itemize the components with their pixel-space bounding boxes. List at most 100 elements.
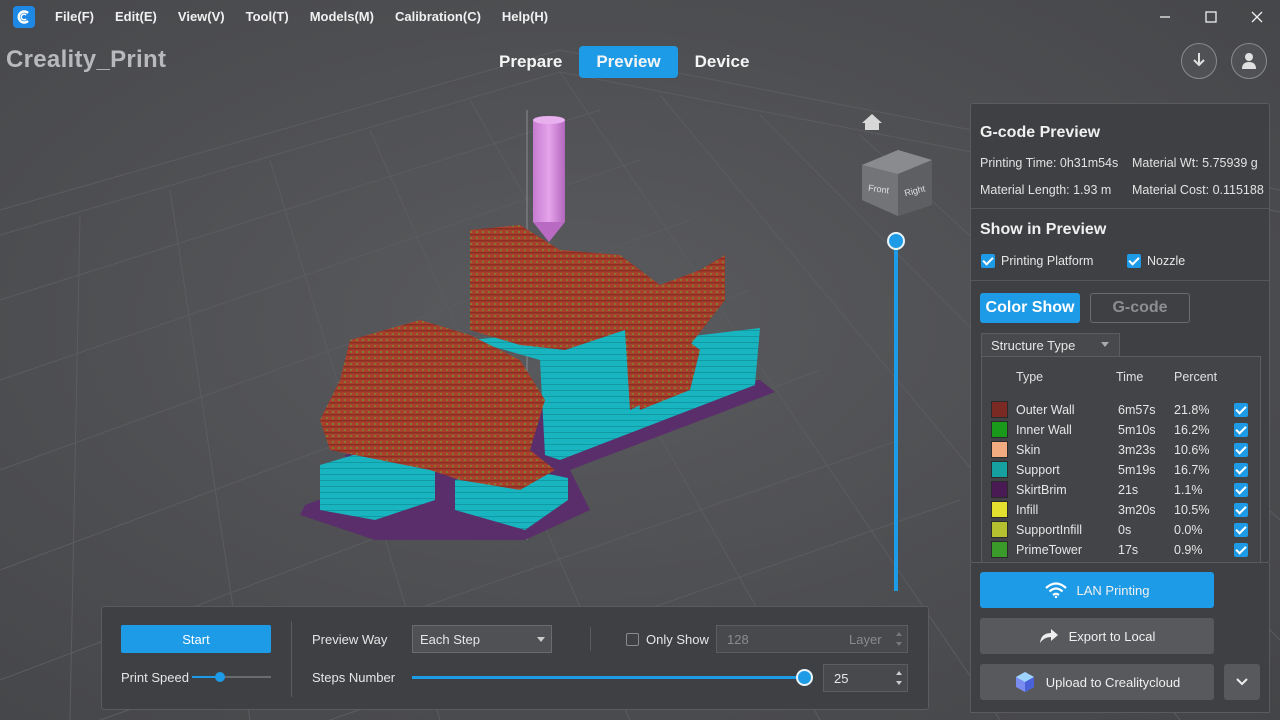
- printing-time: Printing Time: 0h31m54s: [980, 156, 1119, 170]
- user-icon: [1242, 53, 1256, 69]
- row-type: Outer Wall: [1016, 403, 1075, 417]
- color-show-button[interactable]: Color Show: [980, 293, 1080, 323]
- preview-way-value: Each Step: [420, 631, 480, 647]
- tab-prepare[interactable]: Prepare: [482, 46, 579, 78]
- row-type: Skin: [1016, 443, 1041, 457]
- minimize-button[interactable]: [1142, 0, 1188, 33]
- share-arrow-icon: [1039, 629, 1058, 643]
- nozzle: [533, 120, 565, 222]
- preview-way-label: Preview Way: [312, 632, 388, 647]
- gcode-button[interactable]: G-code: [1090, 293, 1190, 323]
- steps-input[interactable]: 25: [823, 664, 908, 692]
- show-in-preview-title: Show in Preview: [980, 221, 1107, 238]
- printing-platform-checkbox[interactable]: [981, 254, 995, 268]
- layer-unit-label: Layer: [849, 632, 882, 647]
- only-show-checkbox[interactable]: [626, 633, 639, 646]
- menu-file[interactable]: File(F): [55, 9, 94, 24]
- color-swatch: [991, 421, 1008, 438]
- row-visibility-checkbox[interactable]: [1234, 503, 1248, 517]
- more-options-button[interactable]: [1224, 664, 1260, 700]
- preview-way-select[interactable]: Each Step: [412, 625, 552, 653]
- print-speed-thumb[interactable]: [214, 672, 225, 682]
- row-percent: 1.1%: [1174, 483, 1203, 497]
- table-row: Skin 3m23s 10.6%: [982, 440, 1262, 460]
- export-actions: LAN Printing Export to Local Upload to C…: [970, 563, 1270, 713]
- account-button[interactable]: [1231, 43, 1267, 79]
- row-time: 3m23s: [1118, 443, 1156, 457]
- spin-up-icon[interactable]: [896, 632, 902, 636]
- printing-platform-toggle[interactable]: Printing Platform: [981, 254, 1093, 268]
- tab-preview[interactable]: Preview: [579, 46, 678, 78]
- menu-tool[interactable]: Tool(T): [246, 9, 289, 24]
- table-row: SupportInfill 0s 0.0%: [982, 520, 1262, 540]
- row-visibility-checkbox[interactable]: [1234, 423, 1248, 437]
- color-swatch: [991, 401, 1008, 418]
- color-swatch: [991, 481, 1008, 498]
- divider: [971, 280, 1269, 281]
- layer-slider-track[interactable]: [894, 241, 898, 591]
- spin-up-icon[interactable]: [896, 671, 902, 675]
- start-button[interactable]: Start: [121, 625, 271, 653]
- mode-tabs: Prepare Preview Device: [482, 46, 766, 78]
- upload-cloud-button[interactable]: Upload to Crealitycloud: [980, 664, 1214, 700]
- row-time: 6m57s: [1118, 403, 1156, 417]
- menu-view[interactable]: View(V): [178, 9, 225, 24]
- maximize-button[interactable]: [1188, 0, 1234, 33]
- row-visibility-checkbox[interactable]: [1234, 543, 1248, 557]
- row-time: 5m19s: [1118, 463, 1156, 477]
- row-visibility-checkbox[interactable]: [1234, 443, 1248, 457]
- row-type: Inner Wall: [1016, 423, 1072, 437]
- menu-models[interactable]: Models(M): [310, 9, 374, 24]
- chevron-down-icon: [1101, 342, 1109, 347]
- steps-slider[interactable]: [412, 669, 813, 686]
- table-row: Outer Wall 6m57s 21.8%: [982, 400, 1262, 420]
- row-visibility-checkbox[interactable]: [1234, 463, 1248, 477]
- nozzle-toggle[interactable]: Nozzle: [1127, 254, 1185, 268]
- color-swatch: [991, 441, 1008, 458]
- view-cube[interactable]: Front Right: [862, 150, 932, 216]
- only-show-label: Only Show: [646, 632, 709, 647]
- column-header-type: Type: [1016, 370, 1044, 384]
- download-button[interactable]: [1181, 43, 1217, 79]
- row-type: SupportInfill: [1016, 523, 1083, 537]
- home-icon[interactable]: [862, 114, 882, 130]
- printing-platform-label: Printing Platform: [1001, 254, 1094, 268]
- menu-bar: File(F) Edit(E) View(V) Tool(T) Models(M…: [55, 9, 569, 24]
- preview-controls-panel: Start Print Speed Preview Way Each Step …: [101, 606, 929, 710]
- menu-edit[interactable]: Edit(E): [115, 9, 157, 24]
- row-visibility-checkbox[interactable]: [1234, 483, 1248, 497]
- spin-down-icon[interactable]: [896, 642, 902, 646]
- row-time: 3m20s: [1118, 503, 1156, 517]
- row-visibility-checkbox[interactable]: [1234, 403, 1248, 417]
- spin-down-icon[interactable]: [896, 681, 902, 685]
- upload-cloud-label: Upload to Crealitycloud: [1045, 674, 1181, 690]
- lan-printing-button[interactable]: LAN Printing: [980, 572, 1214, 608]
- only-show-toggle[interactable]: Only Show: [626, 632, 709, 647]
- layer-input[interactable]: 128 Layer: [716, 625, 908, 653]
- column-header-time: Time: [1116, 370, 1144, 384]
- export-local-button[interactable]: Export to Local: [980, 618, 1214, 654]
- layer-slider-thumb[interactable]: [887, 232, 905, 250]
- layer-value: 128: [727, 632, 749, 647]
- column-header-percent: Percent: [1174, 370, 1218, 384]
- structure-type-dropdown[interactable]: Structure Type: [981, 333, 1120, 357]
- row-visibility-checkbox[interactable]: [1234, 523, 1248, 537]
- chevron-down-icon: [537, 637, 545, 642]
- row-time: 17s: [1118, 543, 1139, 557]
- nozzle-checkbox[interactable]: [1127, 254, 1141, 268]
- download-icon: [1193, 53, 1205, 67]
- row-percent: 16.7%: [1174, 463, 1210, 477]
- table-row: Inner Wall 5m10s 16.2%: [982, 420, 1262, 440]
- tab-device[interactable]: Device: [678, 46, 767, 78]
- table-row: SkirtBrim 21s 1.1%: [982, 480, 1262, 500]
- export-local-label: Export to Local: [1068, 628, 1156, 644]
- menu-calibration[interactable]: Calibration(C): [395, 9, 481, 24]
- close-button[interactable]: [1234, 0, 1280, 33]
- print-speed-slider[interactable]: [192, 672, 271, 682]
- row-time: 5m10s: [1118, 423, 1156, 437]
- row-percent: 0.0%: [1174, 523, 1203, 537]
- menu-help[interactable]: Help(H): [502, 9, 548, 24]
- row-type: SkirtBrim: [1016, 483, 1067, 497]
- steps-thumb[interactable]: [796, 669, 813, 686]
- app-logo-icon: [13, 5, 35, 28]
